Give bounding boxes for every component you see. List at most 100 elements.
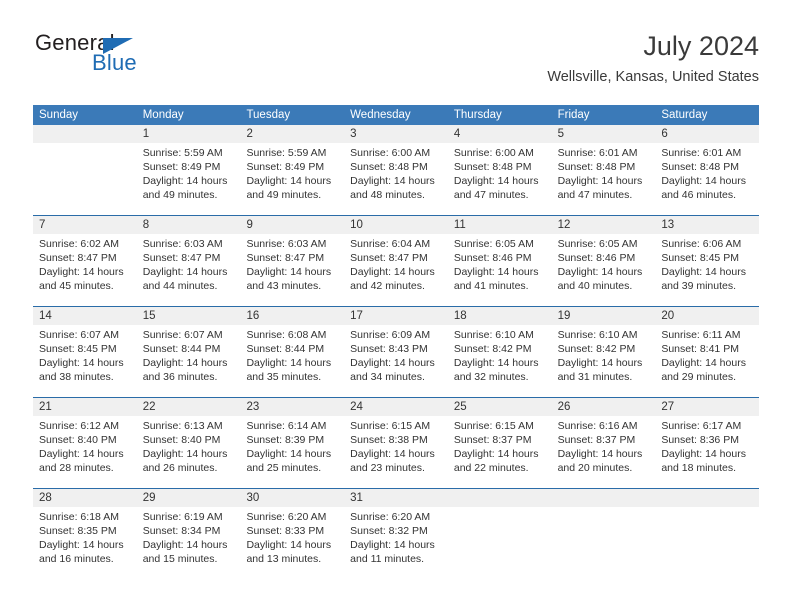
brand-logo[interactable]: General Blue: [33, 30, 293, 86]
daylight-text: Daylight: 14 hours and 34 minutes.: [350, 357, 435, 383]
day-number-15[interactable]: 15: [137, 307, 241, 325]
calendar-week-row: 14 15 16 17 18 19 20 Sunrise: 6:07 AM Sunset: 8:…: [33, 306, 759, 397]
sunset-text: Sunset: 8:48 PM: [453, 161, 532, 173]
sunset-text: Sunset: 8:46 PM: [557, 252, 636, 264]
day-number-29[interactable]: 29: [137, 489, 241, 507]
day-cell-6[interactable]: Sunrise: 6:01 AM Sunset: 8:48 PM Daylight:…: [655, 143, 759, 215]
daylight-text: Daylight: 14 hours and 13 minutes.: [246, 539, 332, 565]
sunset-text: Sunset: 8:38 PM: [350, 434, 428, 446]
calendar-grid: Sunday Monday Tuesday Wednesday Thursday Frid…: [33, 105, 759, 579]
daylight-text: Daylight: 14 hours and 47 minutes.: [453, 175, 539, 201]
day-cell-4[interactable]: Sunrise: 6:00 AM Sunset: 8:48 PM Daylight:…: [448, 143, 552, 215]
calendar-week-row: 7 8 9 10 11 12 13 Sunrise: 6:02 AM Sunset: 8:47 …: [33, 215, 759, 306]
sunrise-text: Sunrise: 6:03 AM: [246, 238, 327, 250]
day-cell-1[interactable]: Sunrise: 5:59 AM Sunset: 8:49 PM Daylight:…: [137, 143, 241, 215]
sunset-text: Sunset: 8:33 PM: [246, 525, 325, 537]
sunset-text: Sunset: 8:45 PM: [661, 252, 739, 264]
day-cell-20[interactable]: Sunrise: 6:11 AM Sunset: 8:41 PM Daylight:…: [655, 325, 759, 397]
day-cell-25[interactable]: Sunrise: 6:15 AM Sunset: 8:37 PM Daylight:…: [448, 416, 552, 488]
day-number-3[interactable]: 3: [344, 125, 448, 143]
day-number-19[interactable]: 19: [552, 307, 656, 325]
day-cell-11[interactable]: Sunrise: 6:05 AM Sunset: 8:46 PM Daylight:…: [448, 234, 552, 306]
day-cell-9[interactable]: Sunrise: 6:03 AM Sunset: 8:47 PM Daylight:…: [240, 234, 344, 306]
sunset-text: Sunset: 8:42 PM: [557, 343, 636, 355]
day-cell-empty: [552, 507, 656, 579]
day-number-4[interactable]: 4: [448, 125, 552, 143]
day-number-17[interactable]: 17: [344, 307, 448, 325]
day-number-5[interactable]: 5: [552, 125, 656, 143]
day-cell-23[interactable]: Sunrise: 6:14 AM Sunset: 8:39 PM Daylight:…: [240, 416, 344, 488]
day-number-8[interactable]: 8: [137, 216, 241, 234]
day-number-13[interactable]: 13: [655, 216, 759, 234]
day-number-26[interactable]: 26: [552, 398, 656, 416]
day-number-28[interactable]: 28: [33, 489, 137, 507]
day-cell-30[interactable]: Sunrise: 6:20 AM Sunset: 8:33 PM Daylight:…: [240, 507, 344, 579]
daylight-text: Daylight: 14 hours and 49 minutes.: [142, 175, 228, 201]
day-number-1[interactable]: 1: [137, 125, 241, 143]
day-cell-8[interactable]: Sunrise: 6:03 AM Sunset: 8:47 PM Daylight:…: [137, 234, 241, 306]
day-number-25[interactable]: 25: [448, 398, 552, 416]
day-cell-16[interactable]: Sunrise: 6:08 AM Sunset: 8:44 PM Daylight:…: [240, 325, 344, 397]
day-number-30[interactable]: 30: [240, 489, 344, 507]
sunset-text: Sunset: 8:48 PM: [661, 161, 739, 173]
day-number-7[interactable]: 7: [33, 216, 137, 234]
day-number-16[interactable]: 16: [240, 307, 344, 325]
day-cell-22[interactable]: Sunrise: 6:13 AM Sunset: 8:40 PM Daylight:…: [137, 416, 241, 488]
daylight-text: Daylight: 14 hours and 22 minutes.: [453, 448, 539, 474]
day-cell-21[interactable]: Sunrise: 6:12 AM Sunset: 8:40 PM Daylight:…: [33, 416, 137, 488]
day-cell-5[interactable]: Sunrise: 6:01 AM Sunset: 8:48 PM Daylight:…: [552, 143, 656, 215]
day-cell-18[interactable]: Sunrise: 6:10 AM Sunset: 8:42 PM Daylight:…: [448, 325, 552, 397]
day-cell-15[interactable]: Sunrise: 6:07 AM Sunset: 8:44 PM Daylight:…: [137, 325, 241, 397]
day-number-27[interactable]: 27: [655, 398, 759, 416]
day-number-21[interactable]: 21: [33, 398, 137, 416]
day-number-22[interactable]: 22: [137, 398, 241, 416]
sunrise-text: Sunrise: 6:10 AM: [453, 329, 534, 341]
day-cell-17[interactable]: Sunrise: 6:09 AM Sunset: 8:43 PM Daylight:…: [344, 325, 448, 397]
sunrise-text: Sunrise: 6:08 AM: [246, 329, 327, 341]
sunrise-text: Sunrise: 6:06 AM: [661, 238, 742, 250]
day-number-14[interactable]: 14: [33, 307, 137, 325]
daylight-text: Daylight: 14 hours and 29 minutes.: [661, 357, 746, 383]
day-cell-14[interactable]: Sunrise: 6:07 AM Sunset: 8:45 PM Daylight:…: [33, 325, 137, 397]
day-number-9[interactable]: 9: [240, 216, 344, 234]
sunset-text: Sunset: 8:48 PM: [557, 161, 636, 173]
day-cell-26[interactable]: Sunrise: 6:16 AM Sunset: 8:37 PM Daylight:…: [552, 416, 656, 488]
sunset-text: Sunset: 8:47 PM: [246, 252, 325, 264]
day-cell-7[interactable]: Sunrise: 6:02 AM Sunset: 8:47 PM Daylight:…: [33, 234, 137, 306]
sunrise-text: Sunrise: 6:01 AM: [661, 147, 742, 159]
sunset-text: Sunset: 8:44 PM: [246, 343, 325, 355]
day-cell-31[interactable]: Sunrise: 6:20 AM Sunset: 8:32 PM Daylight:…: [344, 507, 448, 579]
day-cell-27[interactable]: Sunrise: 6:17 AM Sunset: 8:36 PM Daylight:…: [655, 416, 759, 488]
day-number-23[interactable]: 23: [240, 398, 344, 416]
day-number-10[interactable]: 10: [344, 216, 448, 234]
weekday-header-saturday: Saturday: [661, 109, 708, 121]
day-cell-28[interactable]: Sunrise: 6:18 AM Sunset: 8:35 PM Daylight:…: [33, 507, 137, 579]
daylight-text: Daylight: 14 hours and 47 minutes.: [557, 175, 643, 201]
day-number-6[interactable]: 6: [655, 125, 759, 143]
day-cell-10[interactable]: Sunrise: 6:04 AM Sunset: 8:47 PM Daylight:…: [344, 234, 448, 306]
day-number-2[interactable]: 2: [240, 125, 344, 143]
day-cell-3[interactable]: Sunrise: 6:00 AM Sunset: 8:48 PM Daylight:…: [344, 143, 448, 215]
day-number-31[interactable]: 31: [344, 489, 448, 507]
day-cell-19[interactable]: Sunrise: 6:10 AM Sunset: 8:42 PM Daylight:…: [552, 325, 656, 397]
sunrise-text: Sunrise: 6:14 AM: [246, 420, 327, 432]
day-detail-band: Sunrise: 6:02 AM Sunset: 8:47 PM Daylight:…: [33, 234, 759, 306]
day-number-11[interactable]: 11: [448, 216, 552, 234]
sunset-text: Sunset: 8:46 PM: [453, 252, 532, 264]
sunrise-text: Sunrise: 5:59 AM: [246, 147, 327, 159]
day-number-18[interactable]: 18: [448, 307, 552, 325]
day-cell-12[interactable]: Sunrise: 6:05 AM Sunset: 8:46 PM Daylight:…: [552, 234, 656, 306]
sunset-text: Sunset: 8:47 PM: [350, 252, 428, 264]
page-title: July 2024: [643, 31, 759, 61]
day-number-12[interactable]: 12: [552, 216, 656, 234]
day-number-24[interactable]: 24: [344, 398, 448, 416]
day-cell-29[interactable]: Sunrise: 6:19 AM Sunset: 8:34 PM Daylight:…: [137, 507, 241, 579]
sunset-text: Sunset: 8:49 PM: [246, 161, 325, 173]
day-cell-2[interactable]: Sunrise: 5:59 AM Sunset: 8:49 PM Daylight:…: [240, 143, 344, 215]
daylight-text: Daylight: 14 hours and 44 minutes.: [142, 266, 228, 292]
sunrise-text: Sunrise: 6:15 AM: [350, 420, 431, 432]
day-cell-24[interactable]: Sunrise: 6:15 AM Sunset: 8:38 PM Daylight:…: [344, 416, 448, 488]
day-number-20[interactable]: 20: [655, 307, 759, 325]
day-cell-13[interactable]: Sunrise: 6:06 AM Sunset: 8:45 PM Daylight:…: [655, 234, 759, 306]
sunrise-text: Sunrise: 6:18 AM: [39, 511, 119, 523]
